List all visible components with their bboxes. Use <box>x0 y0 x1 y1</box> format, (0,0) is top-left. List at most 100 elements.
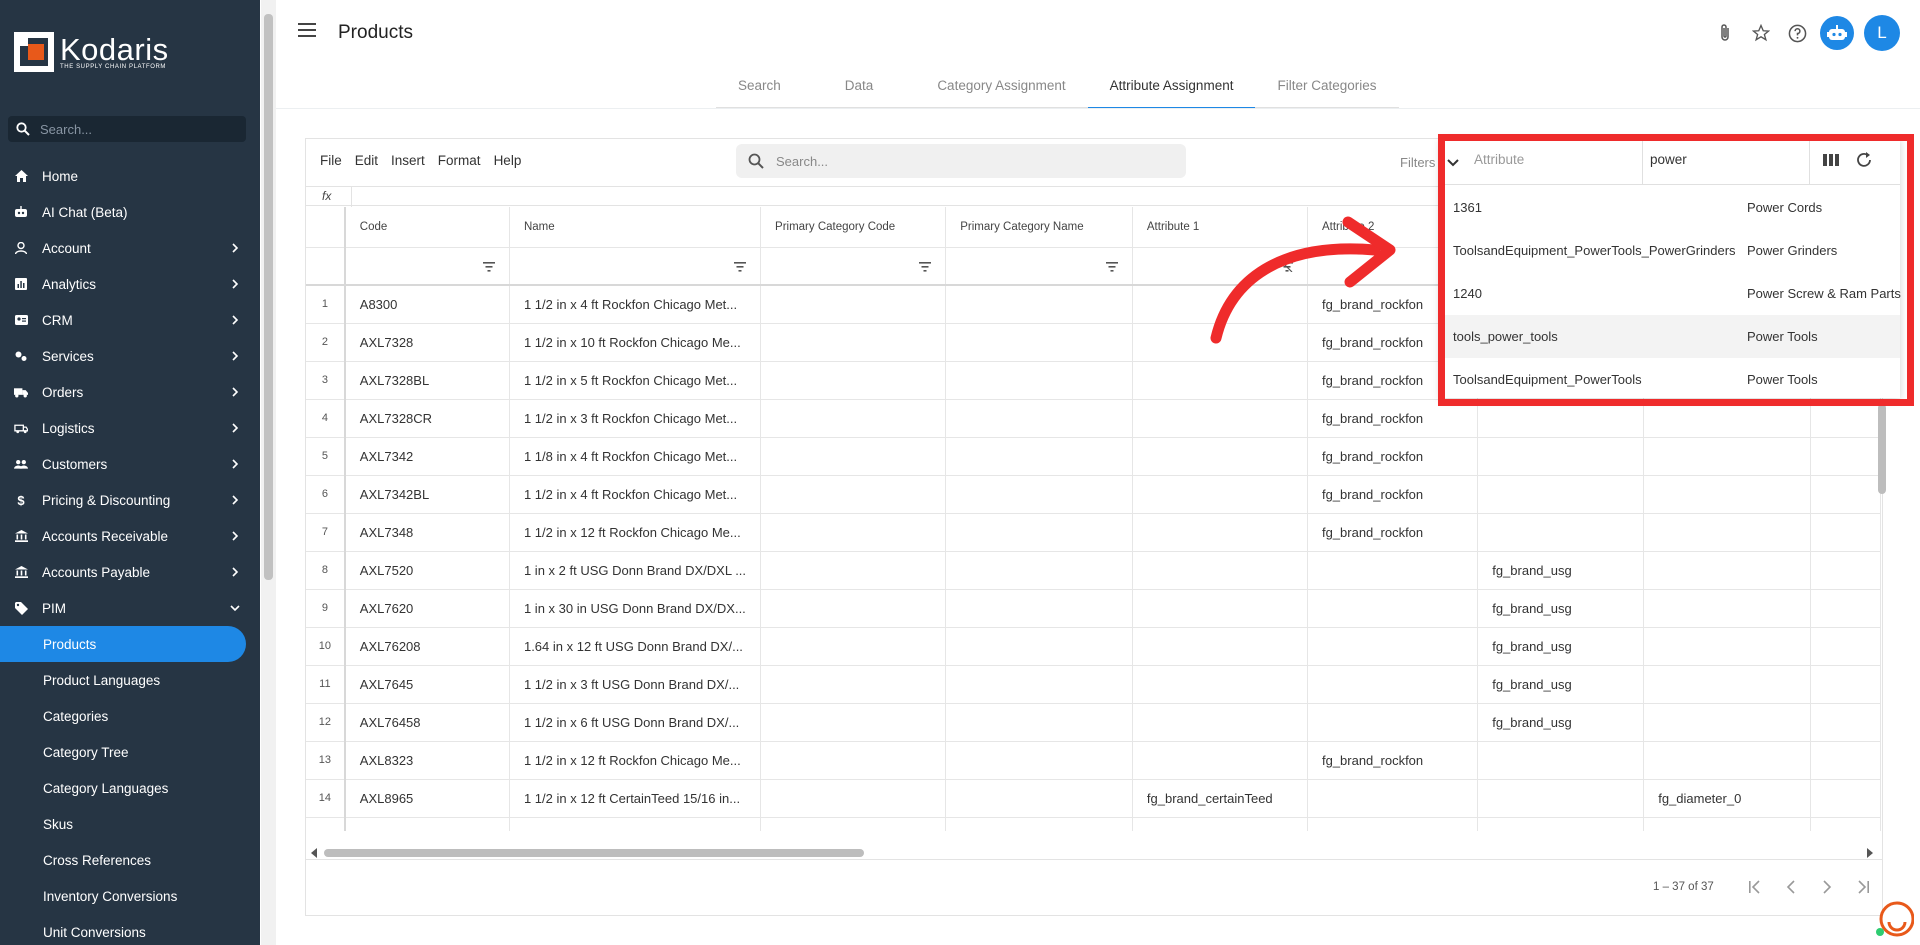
table-cell[interactable] <box>760 817 947 831</box>
sidebar-item-category-languages[interactable]: Category Languages <box>0 770 260 806</box>
table-cell[interactable] <box>1132 285 1308 324</box>
table-cell[interactable] <box>1132 513 1308 552</box>
table-cell[interactable]: fg_brand_usg <box>1477 627 1645 666</box>
table-cell[interactable] <box>760 703 947 742</box>
table-cell[interactable] <box>945 361 1133 400</box>
table-cell[interactable] <box>1132 437 1308 476</box>
table-cell[interactable] <box>1477 817 1645 831</box>
table-cell[interactable] <box>1810 437 1881 476</box>
table-cell[interactable]: fg_brand_usg <box>1477 703 1645 742</box>
table-cell[interactable]: 1 1/8 in x 4 ft Rockfon Chicago Met... <box>509 437 762 476</box>
row-number[interactable]: 14 <box>306 779 346 818</box>
star-icon[interactable] <box>1748 20 1774 46</box>
tab-data[interactable]: Data <box>803 68 916 108</box>
table-cell[interactable] <box>1477 475 1645 514</box>
table-cell[interactable]: 1 1/2 in x 4 ft Rockfon Chicago Met... <box>509 285 762 324</box>
filter-icon[interactable] <box>1105 261 1118 272</box>
menu-format[interactable]: Format <box>438 153 481 168</box>
table-cell[interactable]: AXL7328BL <box>344 361 510 400</box>
sidebar-scrollbar[interactable] <box>261 0 276 945</box>
sidebar-item-ai-chat[interactable]: AI Chat (Beta) <box>0 194 260 230</box>
table-cell[interactable] <box>1643 741 1811 780</box>
refresh-icon[interactable] <box>1855 151 1873 169</box>
attribute-option[interactable]: 1240 Power Screw & Ram Parts <box>1440 272 1901 315</box>
column-filter[interactable] <box>1132 247 1308 286</box>
table-cell[interactable] <box>945 741 1133 780</box>
sidebar-item-inventory-conversions[interactable]: Inventory Conversions <box>0 878 260 914</box>
table-cell[interactable] <box>1307 779 1479 818</box>
table-cell[interactable]: 1 1/2 in x 12 ft Rockfon Chicago Me... <box>509 741 762 780</box>
chat-support-icon[interactable] <box>1876 900 1914 938</box>
table-cell[interactable]: fg_brand_usg <box>1477 589 1645 628</box>
table-cell[interactable] <box>945 323 1133 362</box>
table-cell[interactable]: AXL8965 <box>344 779 510 818</box>
column-header-name[interactable]: Name <box>509 207 762 248</box>
table-cell[interactable]: fg_brand_rockfon <box>1307 817 1479 831</box>
table-cell[interactable] <box>1643 665 1811 704</box>
table-cell[interactable] <box>760 665 947 704</box>
table-cell[interactable] <box>945 475 1133 514</box>
table-row[interactable]: 5 AXL7342 1 1/8 in x 4 ft Rockfon Chicago … <box>306 437 1881 476</box>
row-number[interactable]: 15 <box>306 817 346 831</box>
sidebar-item-orders[interactable]: Orders <box>0 374 260 410</box>
table-cell[interactable]: 1 1/2 in x 5 ft Rockfon Chicago Met... <box>509 361 762 400</box>
sidebar-item-skus[interactable]: Skus <box>0 806 260 842</box>
table-cell[interactable]: 1 in x 2 ft USG Donn Brand DX/DXL ... <box>509 551 762 590</box>
row-number[interactable]: 5 <box>306 437 346 476</box>
sidebar-item-customers[interactable]: Customers <box>0 446 260 482</box>
filter-off-icon[interactable] <box>1280 261 1293 272</box>
kodaris-logo[interactable]: Kodaris THE SUPPLY CHAIN PLATFORM <box>14 32 169 72</box>
table-cell[interactable] <box>1132 361 1308 400</box>
table-cell[interactable] <box>1132 703 1308 742</box>
row-number[interactable]: 10 <box>306 627 346 666</box>
next-page-icon[interactable] <box>1816 876 1838 898</box>
filter-icon[interactable] <box>734 261 747 272</box>
table-cell[interactable] <box>1810 627 1881 666</box>
column-filter[interactable] <box>509 247 762 286</box>
previous-page-icon[interactable] <box>1780 876 1802 898</box>
scrollbar-thumb[interactable] <box>324 849 864 857</box>
sidebar-item-products[interactable]: Products <box>0 626 246 662</box>
table-cell[interactable] <box>1643 399 1811 438</box>
filter-icon[interactable] <box>919 261 932 272</box>
sidebar-item-categories[interactable]: Categories <box>0 698 260 734</box>
filter-icon[interactable] <box>482 261 495 272</box>
row-number[interactable]: 4 <box>306 399 346 438</box>
table-cell[interactable] <box>1477 399 1645 438</box>
sidebar-item-category-tree[interactable]: Category Tree <box>0 734 260 770</box>
table-cell[interactable] <box>1132 627 1308 666</box>
sidebar-item-crm[interactable]: CRM <box>0 302 260 338</box>
table-cell[interactable] <box>1643 627 1811 666</box>
table-cell[interactable] <box>1643 551 1811 590</box>
help-icon[interactable] <box>1784 20 1810 46</box>
table-row[interactable]: 9 AXL7620 1 in x 30 in USG Donn Brand DX/D… <box>306 589 1881 628</box>
table-cell[interactable]: AXL7328CR <box>344 399 510 438</box>
table-cell[interactable]: AXL7328 <box>344 323 510 362</box>
table-cell[interactable] <box>945 817 1133 831</box>
table-cell[interactable]: 1 1/2 in x 12 ft CertainTeed 15/16 in... <box>509 779 762 818</box>
table-cell[interactable]: 1 1/2 in x 4 ft Rockfon Chicago Met... <box>509 475 762 514</box>
table-cell[interactable]: A7301 <box>344 817 510 831</box>
table-cell[interactable] <box>1132 323 1308 362</box>
table-cell[interactable]: AXL7620 <box>344 589 510 628</box>
sheet-search-input[interactable] <box>776 153 1156 169</box>
table-cell[interactable] <box>1132 399 1308 438</box>
table-cell[interactable] <box>760 285 947 324</box>
table-cell[interactable]: 1 in x 30 in USG Donn Brand DX/DX... <box>509 589 762 628</box>
sidebar-item-pim[interactable]: PIM <box>0 590 260 626</box>
table-cell[interactable] <box>760 323 947 362</box>
table-cell[interactable] <box>1132 817 1308 831</box>
table-row[interactable]: 15A73011 1/2 in x 12 ft Rockfon Chicago … <box>306 817 1881 831</box>
table-cell[interactable] <box>1307 589 1479 628</box>
table-cell[interactable] <box>760 513 947 552</box>
table-row[interactable]: 14 AXL8965 1 1/2 in x 12 ft CertainTeed 15… <box>306 779 1881 818</box>
table-cell[interactable] <box>945 551 1133 590</box>
table-cell[interactable] <box>1643 513 1811 552</box>
table-row[interactable]: 12 AXL76458 1 1/2 in x 6 ft USG Donn Brand… <box>306 703 1881 742</box>
table-cell[interactable] <box>1643 703 1811 742</box>
menu-icon[interactable] <box>298 22 318 38</box>
row-number[interactable]: 13 <box>306 741 346 780</box>
table-cell[interactable]: fg_brand_rockfon <box>1307 437 1479 476</box>
table-cell[interactable] <box>760 475 947 514</box>
avatar[interactable]: L <box>1864 15 1900 51</box>
